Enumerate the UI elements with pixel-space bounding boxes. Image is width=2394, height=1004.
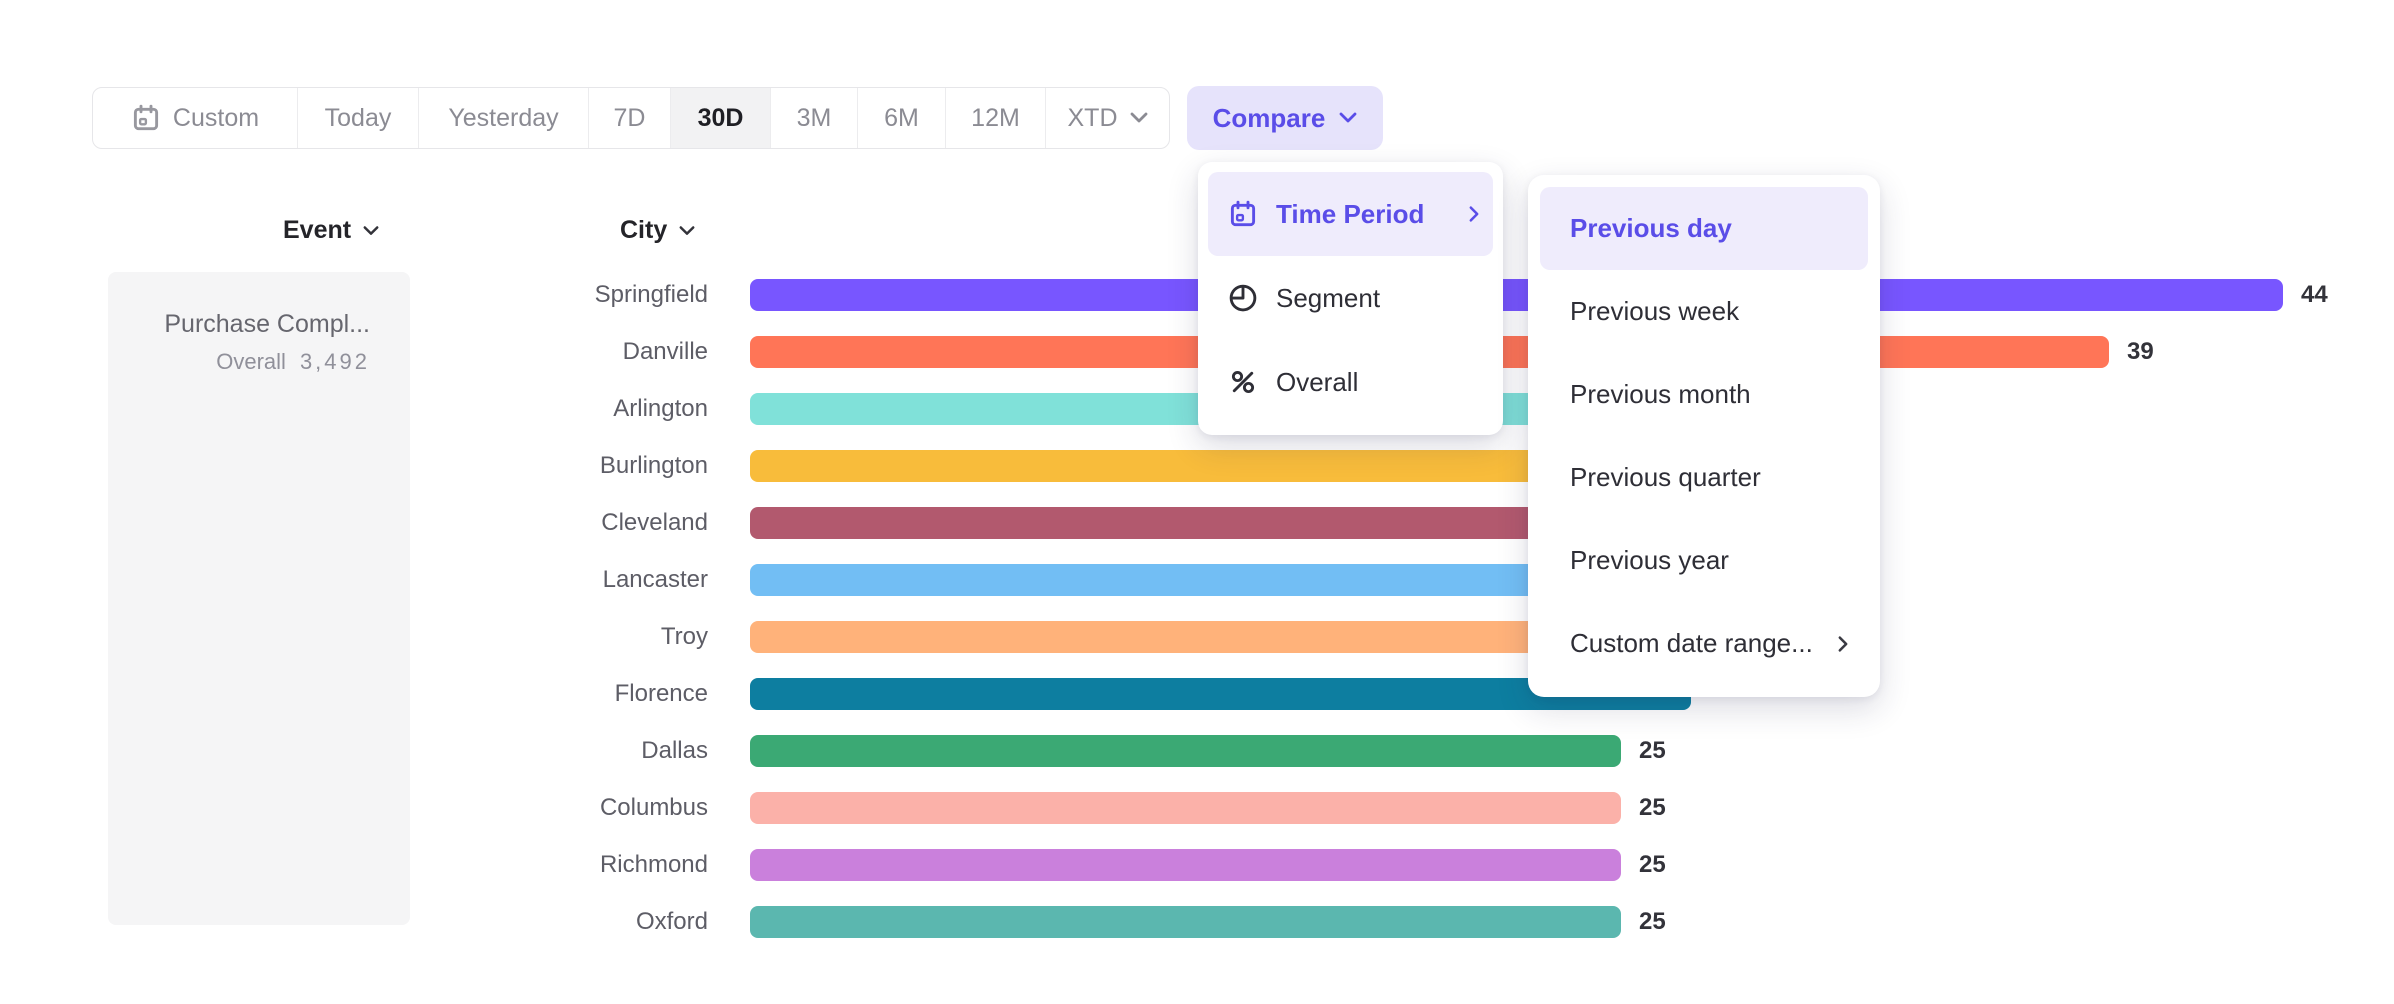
city-column-header[interactable]: City bbox=[620, 216, 695, 245]
submenu-item-previous-quarter[interactable]: Previous quarter bbox=[1540, 436, 1868, 519]
chart-row: Troy bbox=[0, 608, 2328, 665]
compare-dropdown-menu: Time Period Segment Overall bbox=[1198, 162, 1503, 435]
chevron-right-icon bbox=[1838, 635, 1848, 653]
bar-dallas[interactable] bbox=[750, 735, 1621, 767]
chevron-right-icon bbox=[1469, 205, 1479, 223]
city-label: Columbus bbox=[0, 794, 708, 822]
range-label: 6M bbox=[884, 104, 919, 133]
menu-item-label: Segment bbox=[1276, 283, 1380, 314]
city-label: Burlington bbox=[0, 452, 708, 480]
city-label: Dallas bbox=[0, 737, 708, 765]
city-label: Springfield bbox=[0, 281, 708, 309]
menu-item-segment[interactable]: Segment bbox=[1208, 256, 1493, 340]
city-header-label: City bbox=[620, 216, 667, 245]
chart-row: Oxford 25 bbox=[0, 893, 2328, 950]
event-header-label: Event bbox=[283, 216, 351, 245]
submenu-item-custom-date-range[interactable]: Custom date range... bbox=[1540, 602, 1868, 685]
chart-row: Arlington bbox=[0, 380, 2328, 437]
percent-icon bbox=[1228, 367, 1258, 397]
range-6m-button[interactable]: 6M bbox=[858, 88, 946, 148]
compare-label: Compare bbox=[1213, 103, 1326, 134]
submenu-item-previous-year[interactable]: Previous year bbox=[1540, 519, 1868, 602]
bar-columbus[interactable] bbox=[750, 792, 1621, 824]
submenu-item-label: Previous quarter bbox=[1570, 462, 1761, 493]
bar-richmond[interactable] bbox=[750, 849, 1621, 881]
time-period-submenu: Previous day Previous week Previous mont… bbox=[1528, 175, 1880, 697]
submenu-item-previous-week[interactable]: Previous week bbox=[1540, 270, 1868, 353]
range-7d-button[interactable]: 7D bbox=[589, 88, 671, 148]
bar-value: 25 bbox=[1639, 737, 1666, 765]
range-3m-button[interactable]: 3M bbox=[771, 88, 858, 148]
bar-oxford[interactable] bbox=[750, 906, 1621, 938]
bar-chart: Springfield 44 Danville 39 Arlington Bur… bbox=[0, 266, 2328, 950]
date-range-toolbar: Custom Today Yesterday 7D 30D 3M 6M 12M … bbox=[92, 87, 1170, 149]
range-label: Custom bbox=[173, 104, 259, 133]
bar-value: 25 bbox=[1639, 851, 1666, 879]
menu-item-overall[interactable]: Overall bbox=[1208, 340, 1493, 424]
city-label: Lancaster bbox=[0, 566, 708, 594]
chart-row: Cleveland bbox=[0, 494, 2328, 551]
bar-value: 39 bbox=[2127, 338, 2154, 366]
range-label: XTD bbox=[1068, 104, 1118, 133]
city-label: Richmond bbox=[0, 851, 708, 879]
bar-value: 25 bbox=[1639, 794, 1666, 822]
city-label: Troy bbox=[0, 623, 708, 651]
chevron-down-icon bbox=[363, 225, 379, 237]
submenu-item-label: Custom date range... bbox=[1570, 628, 1813, 659]
range-custom-button[interactable]: Custom bbox=[93, 88, 298, 148]
chart-row: Columbus 25 bbox=[0, 779, 2328, 836]
range-label: 30D bbox=[698, 104, 744, 133]
analytics-report-page: Custom Today Yesterday 7D 30D 3M 6M 12M … bbox=[0, 0, 2394, 1004]
bar-value: 25 bbox=[1639, 908, 1666, 936]
event-column-header[interactable]: Event bbox=[283, 216, 379, 245]
range-12m-button[interactable]: 12M bbox=[946, 88, 1046, 148]
submenu-item-label: Previous day bbox=[1570, 213, 1732, 244]
chart-row: Florence bbox=[0, 665, 2328, 722]
chevron-down-icon bbox=[1339, 112, 1357, 124]
chart-row: Richmond 25 bbox=[0, 836, 2328, 893]
city-label: Danville bbox=[0, 338, 708, 366]
chevron-down-icon bbox=[679, 225, 695, 237]
submenu-item-label: Previous month bbox=[1570, 379, 1751, 410]
chart-row: Dallas 25 bbox=[0, 722, 2328, 779]
chart-row: Burlington bbox=[0, 437, 2328, 494]
range-xtd-button[interactable]: XTD bbox=[1046, 88, 1169, 148]
menu-item-label: Overall bbox=[1276, 367, 1358, 398]
chart-row: Springfield 44 bbox=[0, 266, 2328, 323]
city-label: Oxford bbox=[0, 908, 708, 936]
city-label: Cleveland bbox=[0, 509, 708, 537]
menu-item-label: Time Period bbox=[1276, 199, 1424, 230]
submenu-item-previous-month[interactable]: Previous month bbox=[1540, 353, 1868, 436]
submenu-item-label: Previous week bbox=[1570, 296, 1739, 327]
calendar-icon bbox=[131, 103, 161, 133]
range-30d-button[interactable]: 30D bbox=[671, 88, 771, 148]
range-today-button[interactable]: Today bbox=[298, 88, 419, 148]
calendar-icon bbox=[1228, 199, 1258, 229]
chevron-down-icon bbox=[1130, 112, 1148, 124]
range-label: Yesterday bbox=[448, 104, 558, 133]
range-label: 7D bbox=[614, 104, 646, 133]
city-label: Arlington bbox=[0, 395, 708, 423]
city-label: Florence bbox=[0, 680, 708, 708]
range-label: 12M bbox=[971, 104, 1020, 133]
compare-button[interactable]: Compare bbox=[1187, 86, 1383, 150]
bar-springfield[interactable] bbox=[750, 279, 2283, 311]
segment-icon bbox=[1228, 283, 1258, 313]
submenu-item-previous-day[interactable]: Previous day bbox=[1540, 187, 1868, 270]
menu-item-time-period[interactable]: Time Period bbox=[1208, 172, 1493, 256]
bar-value: 44 bbox=[2301, 281, 2328, 309]
range-yesterday-button[interactable]: Yesterday bbox=[419, 88, 589, 148]
range-label: Today bbox=[325, 104, 392, 133]
chart-row: Danville 39 bbox=[0, 323, 2328, 380]
submenu-item-label: Previous year bbox=[1570, 545, 1729, 576]
range-label: 3M bbox=[797, 104, 832, 133]
chart-row: Lancaster bbox=[0, 551, 2328, 608]
